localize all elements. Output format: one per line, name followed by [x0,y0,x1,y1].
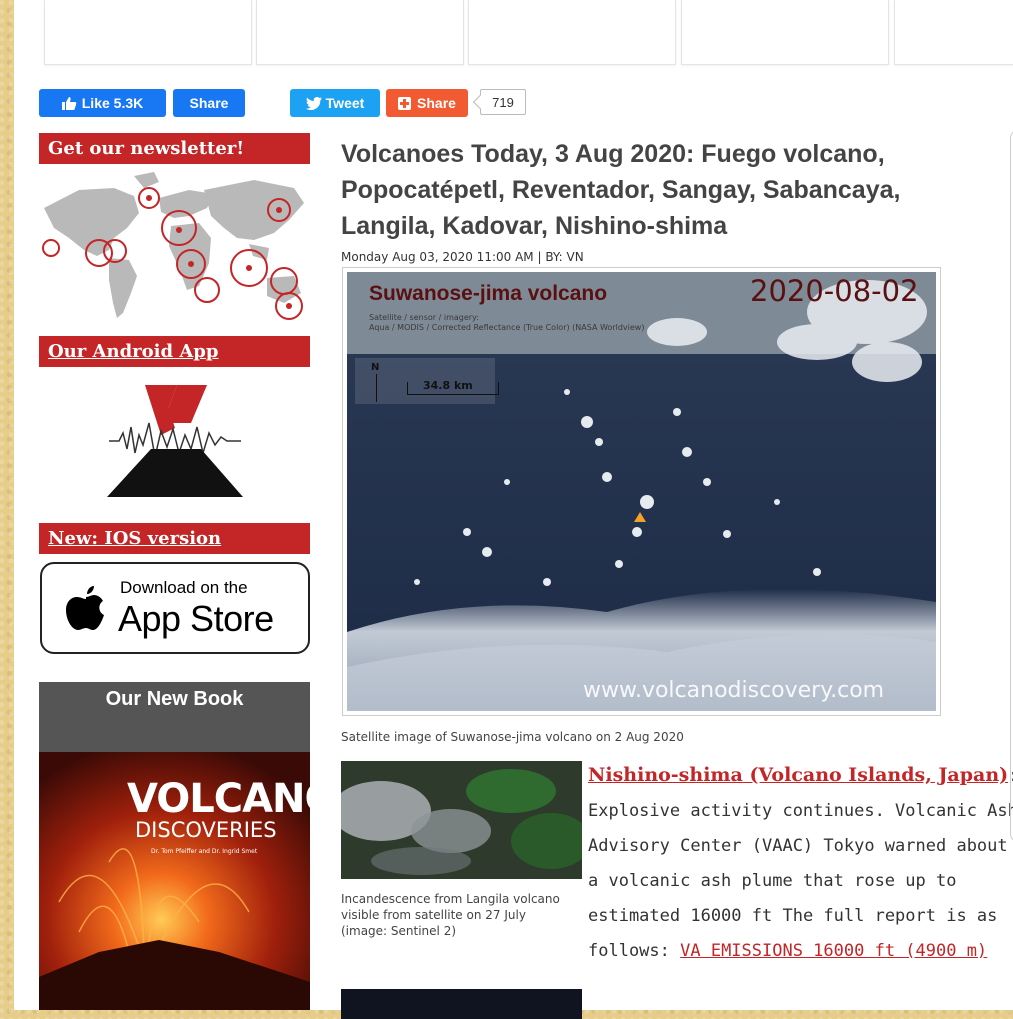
scale-label: 34.8 km [423,379,473,392]
book-subtitle: DISCOVERIES [135,818,277,842]
report-link[interactable]: VA EMISSIONS 16000 ft (4900 m) [680,941,987,961]
app-store-big-label: App Store [118,598,274,639]
figure-heading: Suwanose-jima volcano [369,282,608,305]
twitter-bird-icon [305,96,322,110]
like-label: Like 5.3K [81,95,144,111]
nishino-shima-link[interactable]: Nishino-shima (Volcano Islands, Japan) [588,764,1008,786]
thumbs-up-icon [61,97,77,110]
world-map[interactable] [39,168,310,328]
android-app-logo[interactable] [105,383,245,501]
share-count: 719 [480,89,526,115]
facebook-share-button[interactable]: Share [173,89,245,117]
fb-share-label: Share [189,95,229,111]
thumbnail-caption: Incandescence from Langila volcano visib… [341,892,560,938]
book-heading: Our New Book [105,688,244,710]
north-label: N [371,362,380,373]
apple-icon [66,586,104,630]
app-store-small-label: Download on the [120,578,248,597]
second-thumbnail[interactable] [341,989,582,1019]
share-label: Share [417,95,456,111]
article-paragraph: Nishino-shima (Volcano Islands, Japan): … [588,758,1013,969]
tweet-button[interactable]: Tweet [290,89,380,117]
android-app-heading[interactable]: Our Android App [39,336,310,367]
ios-version-heading[interactable]: New: IOS version [39,523,310,554]
facebook-like-button[interactable]: Like 5.3K [39,89,166,117]
figure-caption: Satellite image of Suwanose-jima volcano… [341,730,684,744]
share-button[interactable]: Share [386,89,468,117]
plus-icon [398,96,412,110]
nav-tab-2[interactable] [256,0,464,65]
nav-tab-3[interactable] [468,0,676,65]
satellite-image[interactable] [347,272,936,711]
nav-tab-4[interactable] [681,0,889,65]
article-title: Volcanoes Today, 3 Aug 2020: Fuego volca… [341,140,901,240]
figure-watermark: www.volcanodiscovery.com [583,678,885,703]
figure-sensor-1: Satellite / sensor / imagery: [369,313,479,322]
figure-date: 2020-08-02 [750,274,919,308]
langila-thumbnail[interactable] [341,761,582,879]
paragraph-text-1: : Explosive activity continues. Volcanic… [588,766,1013,926]
nav-tab-1[interactable] [44,0,252,65]
article-meta: Monday Aug 03, 2020 11:00 AM | BY: VN [341,250,584,264]
book-title: VOLCANO [127,776,339,822]
satellite-figure[interactable]: Suwanose-jima volcano 2020-08-02 Satelli… [342,267,941,716]
figure-sensor-2: Aqua / MODIS / Corrected Reflectance (Tr… [369,323,645,332]
top-nav [28,0,1013,66]
tweet-label: Tweet [325,95,365,111]
book-panel[interactable]: Our New Book VOLCANO DISCOVERIES Dr. Tom… [39,682,339,1010]
nav-tab-5[interactable] [894,0,1013,65]
north-arrow-icon [376,374,377,402]
app-store-button[interactable]: Download on the App Store [40,562,310,654]
newsletter-heading[interactable]: Get our newsletter! [39,133,310,164]
book-authors: Dr. Tom Pfeiffer and Dr. Ingrid Smet [151,848,258,855]
